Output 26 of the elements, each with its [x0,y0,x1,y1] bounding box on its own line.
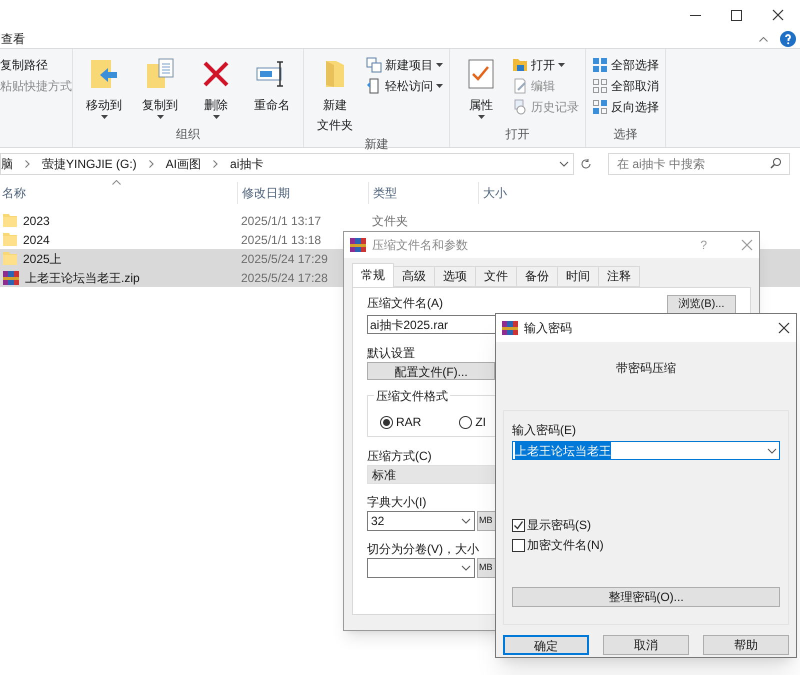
field-label: 输入密码(E) [512,423,576,437]
file-date: 2025/1/1 13:17 [241,214,322,228]
file-name: 2025上 [23,250,62,268]
field-label: 切分为分卷(V)，大小 [367,542,479,556]
group-label: 新建 [364,137,388,151]
file-name: 2024 [23,232,50,248]
file-date: 2025/5/24 17:29 [241,252,328,266]
file-name: 2023 [23,212,50,230]
radio-label: ZI [475,414,486,431]
window-title: 输入密码 [524,320,572,337]
radio-label: RAR [396,414,422,431]
field-label: 压缩方式(C) [367,449,432,463]
group-label: 组织 [176,127,200,141]
group-label: 压缩文件格式 [374,387,450,405]
file-name: 上老王论坛当老王.zip [25,270,140,286]
field-label: 默认设置 [367,346,415,360]
group-label: 打开 [506,127,530,141]
field-label: 压缩文件名(A) [367,295,443,312]
field-label: 字典大小(I) [367,495,426,509]
checkbox-label: 加密文件名(N) [527,537,604,554]
file-date: 2025/1/1 13:18 [241,232,322,246]
file-date: 2025/5/24 17:28 [241,270,328,284]
dialog-heading: 带密码压缩 [616,360,676,377]
file-type: 文件夹 [372,214,408,228]
group-label: 选择 [614,127,638,141]
checkbox-label: 显示密码(S) [527,517,591,534]
